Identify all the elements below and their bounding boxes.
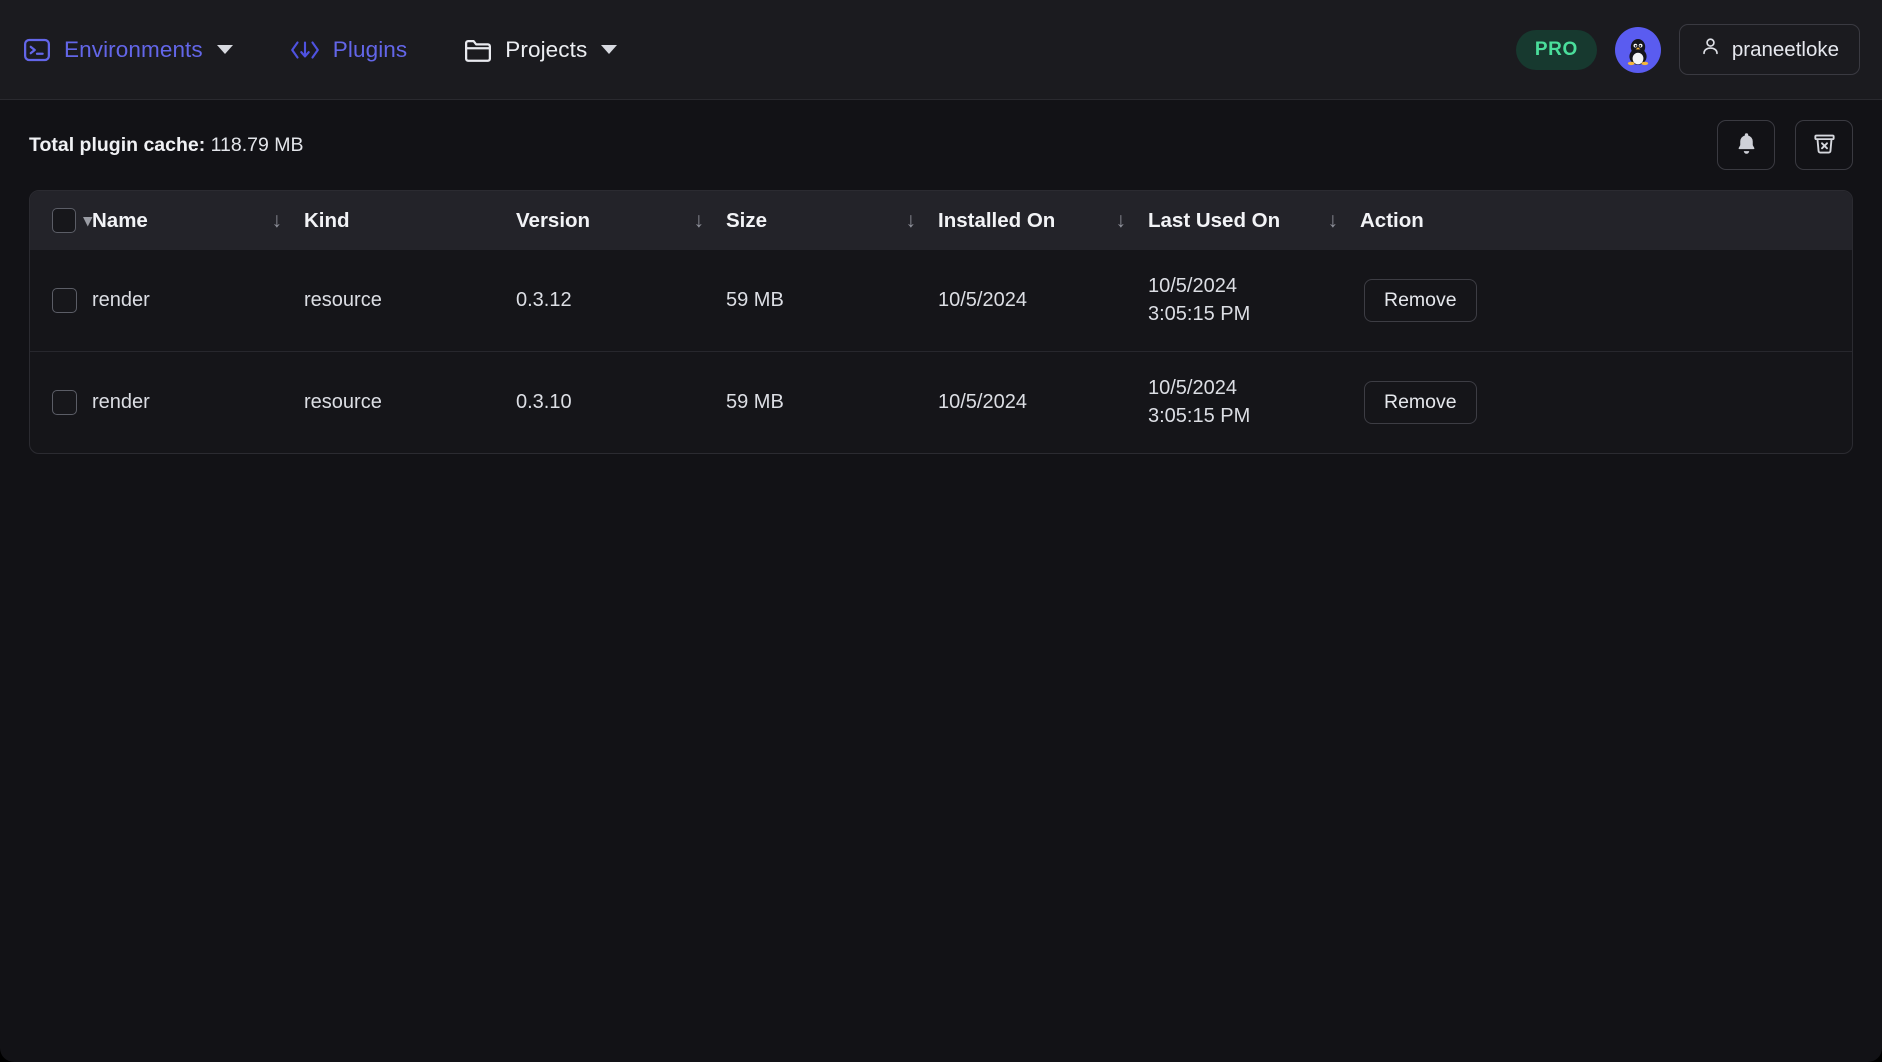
cell-name: render (92, 288, 150, 311)
nav-item-environments[interactable]: Environments (22, 35, 233, 65)
nav-label-projects: Projects (505, 36, 588, 62)
user-menu-button[interactable]: praneetloke (1678, 24, 1860, 75)
nav-item-projects[interactable]: Projects (463, 36, 618, 64)
username-label: praneetloke (1731, 37, 1839, 61)
nav-right-cluster: PRO praneetloke (1515, 24, 1860, 75)
sort-arrow-size[interactable]: ↓ (906, 209, 939, 233)
last-used-time: 3:05:15 PM (1148, 405, 1251, 428)
total-plugin-cache: Total plugin cache: 118.79 MB (29, 134, 304, 157)
chevron-down-icon[interactable] (601, 45, 618, 54)
status-badge-pro: PRO (1515, 29, 1597, 70)
chevron-down-icon[interactable] (216, 45, 233, 54)
cell-name: render (92, 390, 150, 413)
folder-icon (463, 36, 493, 64)
notifications-button[interactable] (1717, 120, 1775, 170)
th-label-action: Action (1360, 208, 1424, 232)
cell-last-used-on: 10/5/2024 3:05:15 PM (1148, 250, 1360, 351)
last-used-date: 10/5/2024 (1148, 376, 1237, 399)
table-row[interactable]: render resource 0.3.10 59 MB 10/5/2024 1… (30, 351, 1852, 452)
subheader-actions (1717, 120, 1853, 170)
th-label-kind: Kind (304, 208, 350, 232)
th-last-used-on[interactable]: Last Used On ↓ (1148, 191, 1360, 250)
nav-items: Environments Plugins Projects (22, 35, 618, 65)
app-window: Environments Plugins Projects PRO pranee… (0, 0, 1882, 1062)
cell-kind: resource (304, 288, 382, 311)
th-select-all: ▾ (30, 191, 92, 250)
table-row[interactable]: render resource 0.3.12 59 MB 10/5/2024 1… (30, 250, 1852, 351)
nav-label-plugins: Plugins (332, 36, 408, 62)
chevron-down-icon[interactable]: ▾ (83, 212, 92, 229)
cell-action: Remove (1360, 351, 1852, 452)
row-checkbox[interactable] (52, 287, 77, 313)
table-header: ▾ Name ↓ Kind Version ↓ Size ↓ Installed… (30, 191, 1852, 250)
cell-action: Remove (1360, 250, 1852, 351)
cell-last-used-on: 10/5/2024 3:05:15 PM (1148, 351, 1360, 452)
code-download-icon (289, 37, 321, 63)
cell-size: 59 MB (726, 288, 784, 311)
th-installed-on[interactable]: Installed On ↓ (938, 191, 1148, 250)
plugins-table: ▾ Name ↓ Kind Version ↓ Size ↓ Installed… (29, 190, 1853, 454)
total-plugin-cache-label: Total plugin cache: (29, 133, 206, 156)
person-icon (1700, 36, 1721, 63)
cell-version: 0.3.10 (516, 390, 572, 413)
linux-penguin-avatar (1627, 38, 1649, 65)
th-action: Action (1360, 191, 1852, 250)
table-body: render resource 0.3.12 59 MB 10/5/2024 1… (30, 250, 1852, 453)
table-header-row: ▾ Name ↓ Kind Version ↓ Size ↓ Installed… (30, 191, 1852, 250)
select-all-checkbox[interactable] (52, 208, 77, 233)
nav-item-plugins[interactable]: Plugins (289, 37, 408, 63)
cell-version: 0.3.12 (516, 288, 572, 311)
bell-icon (1735, 131, 1758, 159)
row-checkbox[interactable] (52, 389, 77, 415)
last-used-time: 3:05:15 PM (1148, 303, 1251, 326)
page-subheader: Total plugin cache: 118.79 MB (0, 100, 1882, 190)
cell-installed-on: 10/5/2024 (938, 390, 1027, 413)
clear-cache-button[interactable] (1795, 120, 1853, 170)
th-name[interactable]: Name ↓ (92, 191, 304, 250)
nav-label-environments: Environments (64, 36, 203, 62)
row-select-cell (30, 250, 92, 351)
th-version[interactable]: Version ↓ (516, 191, 726, 250)
sort-arrow-name[interactable]: ↓ (272, 209, 305, 233)
cell-kind: resource (304, 390, 382, 413)
th-label-version: Version (516, 208, 591, 232)
th-kind[interactable]: Kind (304, 191, 516, 250)
row-select-cell (30, 351, 92, 452)
sort-arrow-last-used-on[interactable]: ↓ (1328, 209, 1361, 233)
sort-arrow-version[interactable]: ↓ (694, 209, 727, 233)
sort-arrow-installed-on[interactable]: ↓ (1116, 209, 1149, 233)
terminal-icon (22, 35, 52, 65)
th-label-installed-on: Installed On (938, 208, 1056, 232)
top-navigation-bar: Environments Plugins Projects PRO pranee… (0, 0, 1882, 100)
avatar[interactable] (1614, 26, 1661, 73)
th-label-last-used-on: Last Used On (1148, 208, 1281, 232)
remove-button[interactable]: Remove (1364, 278, 1477, 322)
remove-button[interactable]: Remove (1364, 380, 1477, 424)
trash-x-icon (1812, 131, 1837, 159)
th-size[interactable]: Size ↓ (726, 191, 938, 250)
cell-installed-on: 10/5/2024 (938, 288, 1027, 311)
cell-size: 59 MB (726, 390, 784, 413)
last-used-date: 10/5/2024 (1148, 275, 1237, 297)
th-label-name: Name (92, 208, 148, 232)
th-label-size: Size (726, 208, 768, 232)
total-plugin-cache-value: 118.79 MB (210, 133, 304, 156)
